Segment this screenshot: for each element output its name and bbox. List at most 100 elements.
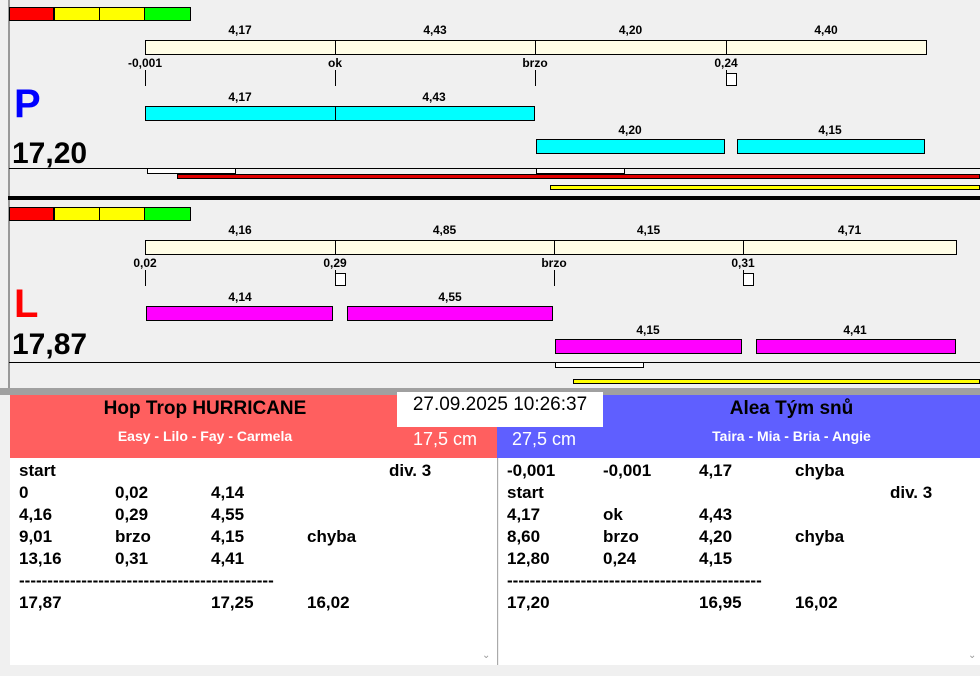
run-bar xyxy=(737,139,925,154)
run-label: 4,14 xyxy=(228,290,252,304)
progress-line-red xyxy=(177,174,980,179)
scale-label: 4,71 xyxy=(837,223,862,237)
scale-label: 4,85 xyxy=(432,223,457,237)
scale-segment xyxy=(335,240,555,255)
result-cell: 12,80 xyxy=(507,549,550,568)
scale-segment xyxy=(743,240,957,255)
tick-mark xyxy=(554,270,555,286)
scale-segment xyxy=(726,40,927,55)
lane-score-l: 17,87 xyxy=(12,328,88,361)
result-cell: 0,02 xyxy=(115,483,149,502)
tick-label: brzo xyxy=(541,256,567,270)
level-indicator-2 xyxy=(99,7,146,21)
result-cell: 4,43 xyxy=(699,505,733,524)
result-cell: 13,16 xyxy=(19,549,62,568)
left-scroll-down[interactable]: ⌄ xyxy=(482,650,490,661)
result-cell: ----------------------------------------… xyxy=(19,571,274,590)
left-results-list[interactable] xyxy=(10,458,498,665)
run-label: 4,17 xyxy=(228,90,252,104)
level-indicator-3 xyxy=(144,7,191,21)
run-bar xyxy=(347,306,553,321)
tick-label: brzo xyxy=(522,56,548,70)
scale-segment xyxy=(335,40,536,55)
run-label: 4,55 xyxy=(438,290,462,304)
run-bar xyxy=(536,139,725,154)
scale-segment xyxy=(554,240,744,255)
result-cell: 17,87 xyxy=(19,593,62,612)
result-cell: chyba xyxy=(307,527,357,546)
right-scroll-down[interactable]: ⌄ xyxy=(968,650,976,661)
result-cell: 0,24 xyxy=(603,549,637,568)
tick-label: -0,001 xyxy=(127,56,163,70)
marker-box xyxy=(743,273,754,286)
tick-label: 0,29 xyxy=(323,256,347,270)
run-bar xyxy=(756,339,956,354)
result-cell: 16,95 xyxy=(699,593,742,612)
result-cell: 16,02 xyxy=(307,593,350,612)
scale-segment xyxy=(145,40,336,55)
marker-box xyxy=(726,73,737,86)
result-cell: 4,20 xyxy=(699,527,733,546)
level-indicator-0 xyxy=(9,207,54,221)
result-cell: brzo xyxy=(603,527,639,546)
result-cell: ----------------------------------------… xyxy=(507,571,762,590)
right-team-name: Alea Tým snů xyxy=(729,398,854,419)
lane-score-p: 17,20 xyxy=(12,137,88,170)
level-indicator-2 xyxy=(99,207,146,221)
result-cell: start xyxy=(19,461,56,480)
scale-label: 4,15 xyxy=(636,223,661,237)
result-cell: 4,17 xyxy=(699,461,733,480)
scale-segment xyxy=(535,40,727,55)
datetime: 27.09.2025 10:26:37 xyxy=(397,392,603,427)
result-cell: 0,29 xyxy=(115,505,149,524)
result-cell: 4,15 xyxy=(699,549,733,568)
result-cell: -0,001 xyxy=(603,461,652,480)
marker-box xyxy=(335,273,346,286)
tick-mark xyxy=(335,70,336,86)
run-bar xyxy=(555,339,742,354)
result-cell: 4,15 xyxy=(211,527,245,546)
result-cell: ok xyxy=(603,505,623,524)
run-bar xyxy=(145,106,535,121)
scale-label: 4,40 xyxy=(814,23,838,37)
level-indicator-1 xyxy=(54,7,101,21)
result-cell: chyba xyxy=(795,527,845,546)
result-cell: 4,55 xyxy=(211,505,245,524)
right-team-height: 27,5 cm xyxy=(512,429,577,449)
run-split xyxy=(335,106,336,121)
tick-mark xyxy=(145,270,146,286)
run-bar xyxy=(146,306,333,321)
baseline xyxy=(9,362,980,363)
tick-label: 0,31 xyxy=(731,256,755,270)
run-label: 4,15 xyxy=(636,323,660,337)
lane-letter-p: P xyxy=(14,82,41,126)
level-indicator-0 xyxy=(9,7,54,21)
result-cell: 17,25 xyxy=(211,593,254,612)
result-cell: 0,31 xyxy=(115,549,149,568)
scale-label: 4,43 xyxy=(423,23,447,37)
result-cell: -0,001 xyxy=(507,461,556,480)
result-cell: 8,60 xyxy=(507,527,541,546)
progress-box xyxy=(555,362,644,368)
lane-l xyxy=(8,200,980,388)
level-indicator-3 xyxy=(144,207,191,221)
tick-mark xyxy=(145,70,146,86)
result-cell: chyba xyxy=(795,461,845,480)
run-label: 4,43 xyxy=(422,90,446,104)
run-label: 4,15 xyxy=(818,123,842,137)
result-cell: div. 3 xyxy=(389,461,432,480)
run-label: 4,41 xyxy=(843,323,867,337)
result-cell: brzo xyxy=(115,527,151,546)
left-team-members: Easy - Lilo - Fay - Carmela xyxy=(117,428,293,444)
left-team-name: Hop Trop HURRICANE xyxy=(103,398,307,419)
level-indicator-1 xyxy=(54,207,101,221)
result-cell: 16,02 xyxy=(795,593,838,612)
progress-line-yellow xyxy=(573,379,980,384)
progress-line-yellow xyxy=(550,185,980,190)
result-cell: start xyxy=(507,483,544,502)
tick-label: ok xyxy=(327,56,343,70)
result-cell: 4,14 xyxy=(211,483,245,502)
lane-letter-l: L xyxy=(14,282,39,326)
scale-segment xyxy=(145,240,336,255)
tick-mark xyxy=(535,70,536,86)
